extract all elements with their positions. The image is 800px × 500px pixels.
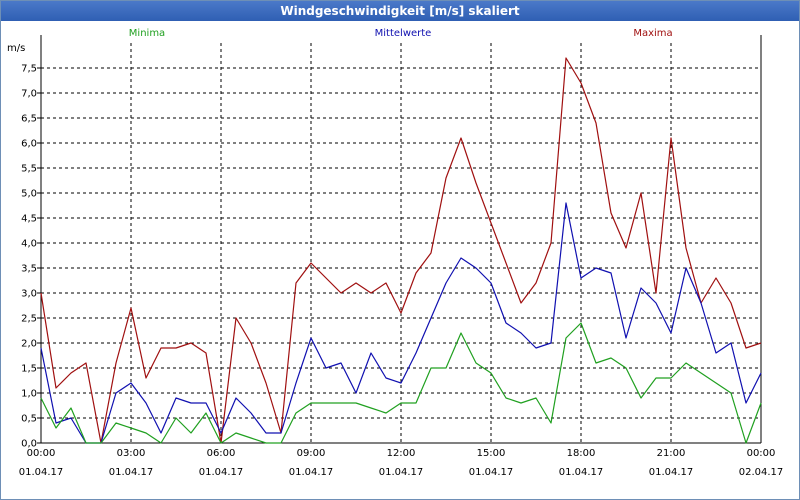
x-tick-date: 01.04.17 (109, 467, 154, 478)
y-tick-labels: 0,00,51,01,52,02,53,03,54,04,55,05,56,06… (21, 64, 37, 450)
legend-mittelwerte: Mittelwerte (375, 28, 432, 39)
x-tick-labels: 00:00 01.04.17 03:00 01.04.17 06:00 01.04.17 0… (19, 448, 784, 478)
x-tick-date: 01.04.17 (199, 467, 244, 478)
y-tick-label: 1,5 (21, 364, 37, 375)
x-tick-date: 01.04.17 (559, 467, 604, 478)
x-tick-date: 01.04.17 (649, 467, 694, 478)
legend-maxima: Maxima (633, 28, 672, 39)
y-tick-label: 2,0 (21, 339, 37, 350)
y-tick-label: 5,5 (21, 164, 37, 175)
y-tick-label: 4,0 (21, 239, 37, 250)
y-axis-unit: m/s (7, 43, 25, 54)
x-tick-date: 01.04.17 (19, 467, 64, 478)
y-tick-label: 5,0 (21, 189, 37, 200)
y-tick-label: 1,0 (21, 389, 37, 400)
y-tick-label: 7,5 (21, 64, 37, 75)
x-tick-time: 15:00 (477, 448, 506, 459)
chart-window: Windgeschwindigkeit [m/s] skaliert 0,0 0,… (0, 0, 800, 500)
y-tick-label: 0,5 (21, 414, 37, 425)
y-tick-label: 6,5 (21, 114, 37, 125)
y-tick-label: 3,0 (21, 289, 37, 300)
x-tick-time: 18:00 (567, 448, 596, 459)
window-title: Windgeschwindigkeit [m/s] skaliert (1, 1, 799, 21)
x-tick-date: 01.04.17 (469, 467, 514, 478)
x-tick-time: 00:00 (27, 448, 56, 459)
x-tick-date: 01.04.17 (379, 467, 424, 478)
x-tick-time: 12:00 (387, 448, 416, 459)
x-tick-time: 03:00 (117, 448, 146, 459)
x-tick-time: 06:00 (207, 448, 236, 459)
x-tick-time: 09:00 (297, 448, 326, 459)
x-tick-time: 21:00 (657, 448, 686, 459)
y-tick-label: 3,5 (21, 264, 37, 275)
legend-minima: Minima (129, 28, 165, 39)
series-line-mittelwerte (40, 202, 762, 444)
y-tick-label: 6,0 (21, 139, 37, 150)
chart-svg: 0,00,51,01,52,02,53,03,54,04,55,05,56,06… (7, 28, 784, 478)
x-tick-date: 01.04.17 (289, 467, 334, 478)
x-tick-time: 00:00 (747, 448, 776, 459)
y-tick-label: 4,5 (21, 214, 37, 225)
y-tick-label: 7,0 (21, 89, 37, 100)
y-tick-label: 2,5 (21, 314, 37, 325)
x-tick-date: 02.04.17 (739, 467, 784, 478)
